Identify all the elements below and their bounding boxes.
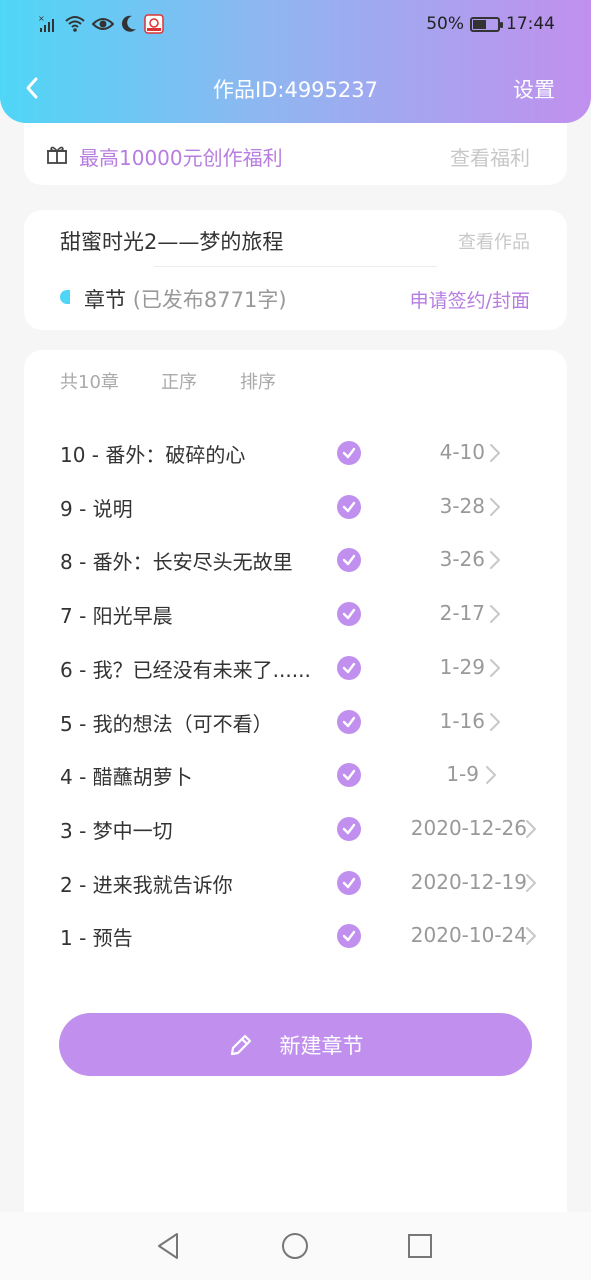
divider	[154, 266, 437, 267]
chapter-date: 3-28	[439, 493, 485, 518]
chapter-title: 5 - 我的想法（可不看）	[60, 711, 273, 736]
gift-icon	[47, 146, 67, 164]
chapter-summary: 章节 (已发布8771字)	[84, 284, 287, 314]
chevron-right-icon	[490, 497, 500, 516]
chevron-right-icon	[490, 551, 500, 570]
view-work-link[interactable]: 查看作品	[458, 228, 530, 254]
status-bar: × 50% 17:44	[0, 0, 591, 50]
chapter-date: 3-26	[439, 547, 485, 572]
chapter-title: 1 - 预告	[60, 926, 133, 951]
published-check-icon	[337, 924, 361, 949]
system-nav-bar	[0, 1212, 591, 1280]
battery-percent: 50%	[426, 14, 464, 34]
chapter-title: 6 - 我？已经没有未来了......	[60, 657, 311, 682]
status-icons-left: ×	[38, 14, 164, 34]
chapter-date: 2020-10-24	[410, 923, 527, 948]
new-chapter-label: 新建章节	[279, 1033, 364, 1058]
chapter-title: 8 - 番外：长安尽头无故里	[60, 550, 293, 575]
chapter-date: 1-29	[439, 654, 485, 679]
chapter-row[interactable]: 2 - 进来我就告诉你 2020-12-19	[24, 856, 567, 910]
chevron-right-icon	[490, 658, 500, 677]
svg-text:×: ×	[38, 14, 45, 23]
chapter-row[interactable]: 1 - 预告 2020-10-24	[24, 909, 567, 963]
published-check-icon	[337, 655, 361, 680]
chapter-row[interactable]: 9 - 说明 3-28	[24, 480, 567, 534]
chapter-title: 9 - 说明	[60, 496, 133, 521]
apply-contract-cover-link[interactable]: 申请签约/封面	[410, 286, 530, 313]
benefit-card: 最高10000元创作福利 查看福利	[24, 123, 567, 185]
wifi-icon	[65, 16, 85, 32]
published-count: (已发布8771字)	[132, 288, 287, 312]
chapter-total: 共10章	[60, 372, 119, 393]
published-check-icon	[337, 709, 361, 734]
published-check-icon	[337, 602, 361, 627]
chapter-row[interactable]: 8 - 番外：长安尽头无故里 3-26	[24, 533, 567, 587]
published-check-icon	[337, 870, 361, 895]
published-check-icon	[337, 441, 361, 465]
nav-bar: 作品ID:4995237 设置	[0, 60, 591, 116]
chapter-row[interactable]: 7 - 阳光早晨 2-17	[24, 587, 567, 641]
chapter-title: 3 - 梦中一切	[60, 818, 173, 843]
chapter-row[interactable]: 10 - 番外：破碎的心 4-10	[24, 426, 567, 480]
chapter-date: 1-16	[439, 708, 485, 733]
home-circle-icon[interactable]	[279, 1230, 311, 1262]
chapter-date: 4-10	[439, 440, 485, 464]
page-title: 作品ID:4995237	[213, 78, 378, 102]
chapter-label: 章节	[84, 288, 126, 312]
published-check-icon	[337, 763, 361, 788]
pencil-icon	[230, 1034, 251, 1055]
eye-icon	[92, 18, 114, 30]
chapter-list-card: 共10章 正序 排序 10 - 番外：破碎的心 4-10 9 - 说明 3-28 8 -…	[24, 350, 567, 1250]
chevron-right-icon	[490, 712, 500, 731]
chapter-row[interactable]: 5 - 我的想法（可不看） 1-16	[24, 695, 567, 749]
published-check-icon	[337, 548, 361, 573]
signal-icon: ×	[38, 14, 54, 32]
chapter-row[interactable]: 4 - 醋蘸胡萝卜 1-9	[24, 748, 567, 802]
back-triangle-icon[interactable]	[153, 1230, 185, 1262]
view-benefits-link[interactable]: 查看福利	[450, 142, 530, 171]
chevron-right-icon	[490, 444, 500, 462]
recents-square-icon[interactable]	[404, 1230, 436, 1262]
chevron-right-icon	[526, 873, 536, 892]
chapter-date: 1-9	[446, 762, 479, 787]
new-chapter-button[interactable]: 新建章节	[59, 1013, 532, 1076]
chapter-date: 2020-12-26	[410, 815, 527, 840]
list-toolbar: 共10章 正序 排序	[60, 368, 276, 394]
work-title: 甜蜜时光2——梦的旅程	[60, 230, 284, 254]
chevron-right-icon	[526, 927, 536, 946]
moon-icon	[121, 15, 136, 32]
chapter-date: 2-17	[439, 601, 485, 626]
battery-icon	[470, 16, 503, 32]
settings-button[interactable]: 设置	[513, 74, 555, 104]
sort-button[interactable]: 排序	[240, 368, 276, 394]
status-icons-right: 50% 17:44	[426, 14, 555, 34]
chevron-right-icon	[486, 766, 496, 785]
published-check-icon	[337, 816, 361, 841]
chapter-title: 7 - 阳光早晨	[60, 604, 173, 629]
published-check-icon	[337, 494, 361, 519]
work-card: 甜蜜时光2——梦的旅程 查看作品 章节 (已发布8771字) 申请签约/封面	[24, 210, 567, 330]
benefit-text: 最高10000元创作福利	[79, 146, 283, 170]
app-notification-icon	[144, 14, 164, 34]
chapter-row[interactable]: 3 - 梦中一切 2020-12-26	[24, 802, 567, 856]
chevron-right-icon	[490, 605, 500, 624]
chapter-marker-icon	[60, 290, 70, 304]
chevron-right-icon	[526, 819, 536, 838]
chapter-row[interactable]: 6 - 我？已经没有未来了...... 1-29	[24, 641, 567, 695]
order-toggle[interactable]: 正序	[161, 368, 240, 394]
chapter-title: 2 - 进来我就告诉你	[60, 872, 233, 897]
chapter-date: 2020-12-19	[410, 869, 527, 894]
chapter-title: 10 - 番外：破碎的心	[60, 443, 246, 467]
header: × 50% 17:44 作品ID:4995237 设置	[0, 0, 591, 123]
clock: 17:44	[506, 14, 555, 34]
chapter-title: 4 - 醋蘸胡萝卜	[60, 765, 193, 790]
